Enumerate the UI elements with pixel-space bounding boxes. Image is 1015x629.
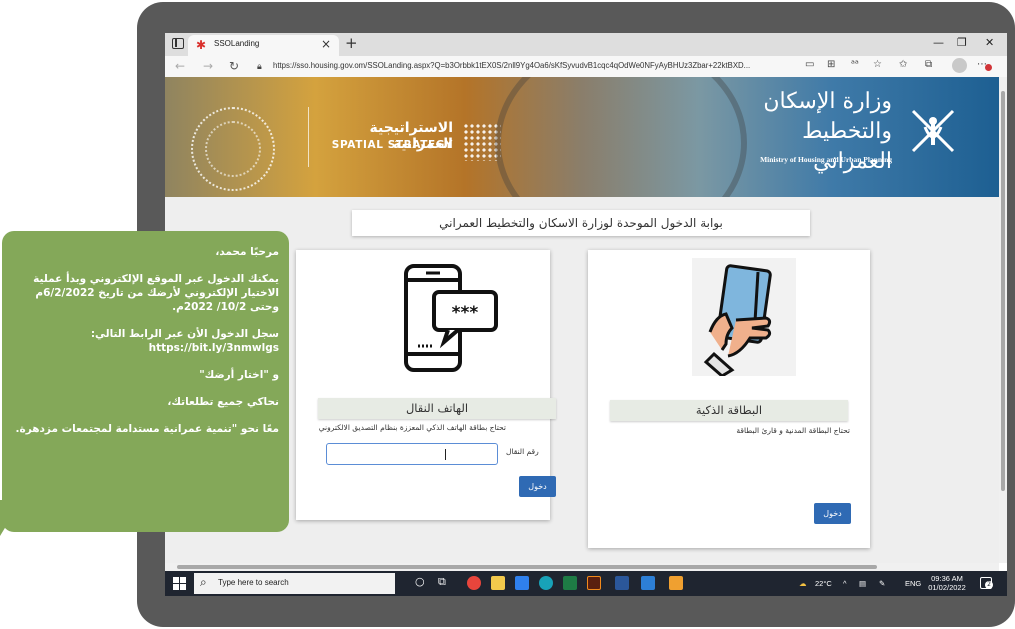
edge-icon[interactable] <box>539 576 553 590</box>
browser-tab[interactable]: ✱ SSOLanding × <box>188 35 339 56</box>
url-text: https://sso.housing.gov.om/SSOLanding.as… <box>273 61 751 70</box>
windows-taskbar: ⌕ Type here to search ○ ⧉ ☁ 22°C ^ ▤ ✎ E… <box>165 571 1007 596</box>
portal-title: بوابة الدخول الموحدة لوزارة الاسكان والت… <box>352 210 810 236</box>
word-icon[interactable] <box>615 576 629 590</box>
callout-paragraph-choose: و "اختار أرضك" <box>199 369 279 381</box>
smart-card-hand-icon <box>692 258 796 376</box>
language-indicator[interactable]: ENG <box>905 579 921 588</box>
callout-message: مرحبًا محمد، يمكنك الدخول عبر الموقع الإ… <box>12 245 279 449</box>
tab-strip: ✱ SSOLanding × + — ❐ ✕ <box>165 33 1007 56</box>
mobile-card-title: الهاتف النقال <box>318 398 556 419</box>
start-icon[interactable] <box>173 577 186 590</box>
callout-paragraph-slogan: معًا نحو "تنمية عمرانية مستدامة لمجتمعات… <box>15 423 279 435</box>
lock-icon: 🔒︎ <box>257 61 262 71</box>
url-field[interactable]: 🔒︎ https://sso.housing.gov.om/SSOLanding… <box>257 58 787 74</box>
taskbar-clock[interactable]: 09:36 AM 01/02/2022 <box>927 574 967 592</box>
weather-temp[interactable]: 22°C <box>815 579 832 588</box>
notification-center-icon[interactable]: 2 <box>980 577 993 589</box>
tray-chevron-icon[interactable]: ^ <box>843 579 847 588</box>
illustrator-icon[interactable] <box>587 576 601 590</box>
smart-card-title: البطاقة الذكية <box>610 400 848 421</box>
vertical-scroll-thumb[interactable] <box>1001 91 1005 491</box>
mobile-number-input[interactable] <box>326 443 498 465</box>
read-aloud-icon[interactable]: ᵃᵃ <box>851 59 859 70</box>
collections-icon[interactable]: ⧉ <box>925 59 932 70</box>
taskbar-search[interactable]: ⌕ Type here to search <box>194 573 395 594</box>
photos-icon[interactable] <box>641 576 655 590</box>
decorative-arch-icon <box>495 77 747 197</box>
minimize-icon[interactable]: — <box>933 36 944 49</box>
notification-count: 2 <box>985 581 993 589</box>
callout-greeting: مرحبًا محمد، <box>215 246 279 258</box>
notification-dot-icon <box>985 64 992 71</box>
file-explorer-icon[interactable] <box>491 576 505 590</box>
site-favicon-icon: ✱ <box>196 38 207 52</box>
favorites-icon[interactable]: ✩ <box>899 59 907 70</box>
callout-paragraph-aspirations: نحاكي جميع تطلعاتك، <box>167 396 279 408</box>
chrome-icon[interactable] <box>467 576 481 590</box>
task-view-icon[interactable]: ⧉ <box>438 575 446 589</box>
screencast-icon[interactable]: ▭ <box>805 59 814 70</box>
horizontal-scrollbar[interactable] <box>165 563 999 571</box>
new-tab-icon[interactable]: + <box>345 34 358 52</box>
mobile-phone-icon: *** <box>404 264 498 372</box>
text-caret <box>445 449 446 460</box>
refresh-icon[interactable]: ↻ <box>229 59 239 73</box>
ministry-name-ar-line2: والتخطيط العمراني <box>802 119 892 174</box>
mail-icon[interactable] <box>515 576 529 590</box>
network-icon[interactable]: ▤ <box>859 579 866 588</box>
tab-title: SSOLanding <box>214 39 260 48</box>
callout-paragraph-dates: يمكنك الدخول عبر الموقع الإلكتروني وبدأ … <box>33 273 279 313</box>
apps-icon[interactable]: ⊞ <box>827 59 835 70</box>
ministry-banner: الاستراتيجية العمرانية SPATIAL STRATEGY … <box>165 77 999 197</box>
excel-icon[interactable] <box>563 576 577 590</box>
mobile-login-button[interactable]: دخول <box>519 476 556 497</box>
smart-card-hint: تحتاج البطاقة المدنية و قارئ البطاقة <box>736 426 850 435</box>
back-icon[interactable]: ← <box>175 59 185 73</box>
settings-icon[interactable] <box>669 576 683 590</box>
oman-emblem-icon <box>911 109 955 153</box>
mobile-card-hint: تحتاج بطاقة الهاتف الذكي المعززة بنظام ا… <box>318 423 506 432</box>
vertical-scrollbar[interactable] <box>999 77 1007 563</box>
ministry-name-ar-line1: وزارة الإسكان <box>763 89 892 114</box>
cortana-icon[interactable]: ○ <box>415 575 425 588</box>
profile-avatar[interactable] <box>952 58 967 73</box>
tab-actions-icon[interactable] <box>172 38 184 49</box>
search-icon: ⌕ <box>200 575 207 589</box>
restore-icon[interactable]: ❐ <box>957 36 967 49</box>
ministry-name-en: Ministry of Housing and Urban Planning <box>760 155 892 164</box>
decorative-swirl-inner-icon <box>205 121 261 177</box>
taskbar-search-placeholder: Type here to search <box>218 578 289 587</box>
svg-text:***: *** <box>452 303 479 323</box>
announcement-callout: مرحبًا محمد، يمكنك الدخول عبر الموقع الإ… <box>2 231 289 532</box>
weather-icon[interactable]: ☁ <box>799 579 807 588</box>
callout-paragraph-link: سجل الدخول الأن عبر الرابط التالي: https… <box>90 328 279 354</box>
page-content: الاستراتيجية العمرانية SPATIAL STRATEGY … <box>165 77 999 563</box>
mobile-number-label: رقم النقال <box>506 447 539 456</box>
smart-card-login-button[interactable]: دخول <box>814 503 851 524</box>
close-tab-icon[interactable]: × <box>321 37 331 51</box>
close-window-icon[interactable]: ✕ <box>985 36 994 49</box>
favorite-add-icon[interactable]: ☆ <box>873 59 882 70</box>
clock-date: 01/02/2022 <box>928 583 966 592</box>
browser-window: ✱ SSOLanding × + — ❐ ✕ ← → ↻ 🔒︎ https://… <box>165 33 1007 596</box>
horizontal-scroll-thumb[interactable] <box>177 565 877 569</box>
forward-icon[interactable]: → <box>203 59 213 73</box>
pen-icon[interactable]: ✎ <box>879 579 885 588</box>
clock-time: 09:36 AM <box>931 574 963 583</box>
mobile-login-card: *** الهاتف النقال تحتاج بطاقة الهاتف الذ… <box>296 250 556 520</box>
smart-card-login-card: البطاقة الذكية تحتاج البطاقة المدنية و ق… <box>588 250 870 548</box>
address-bar: ← → ↻ 🔒︎ https://sso.housing.gov.om/SSOL… <box>165 56 1007 78</box>
banner-divider <box>308 107 309 167</box>
spatial-strategy-en: SPATIAL STRATEGY <box>331 139 453 151</box>
